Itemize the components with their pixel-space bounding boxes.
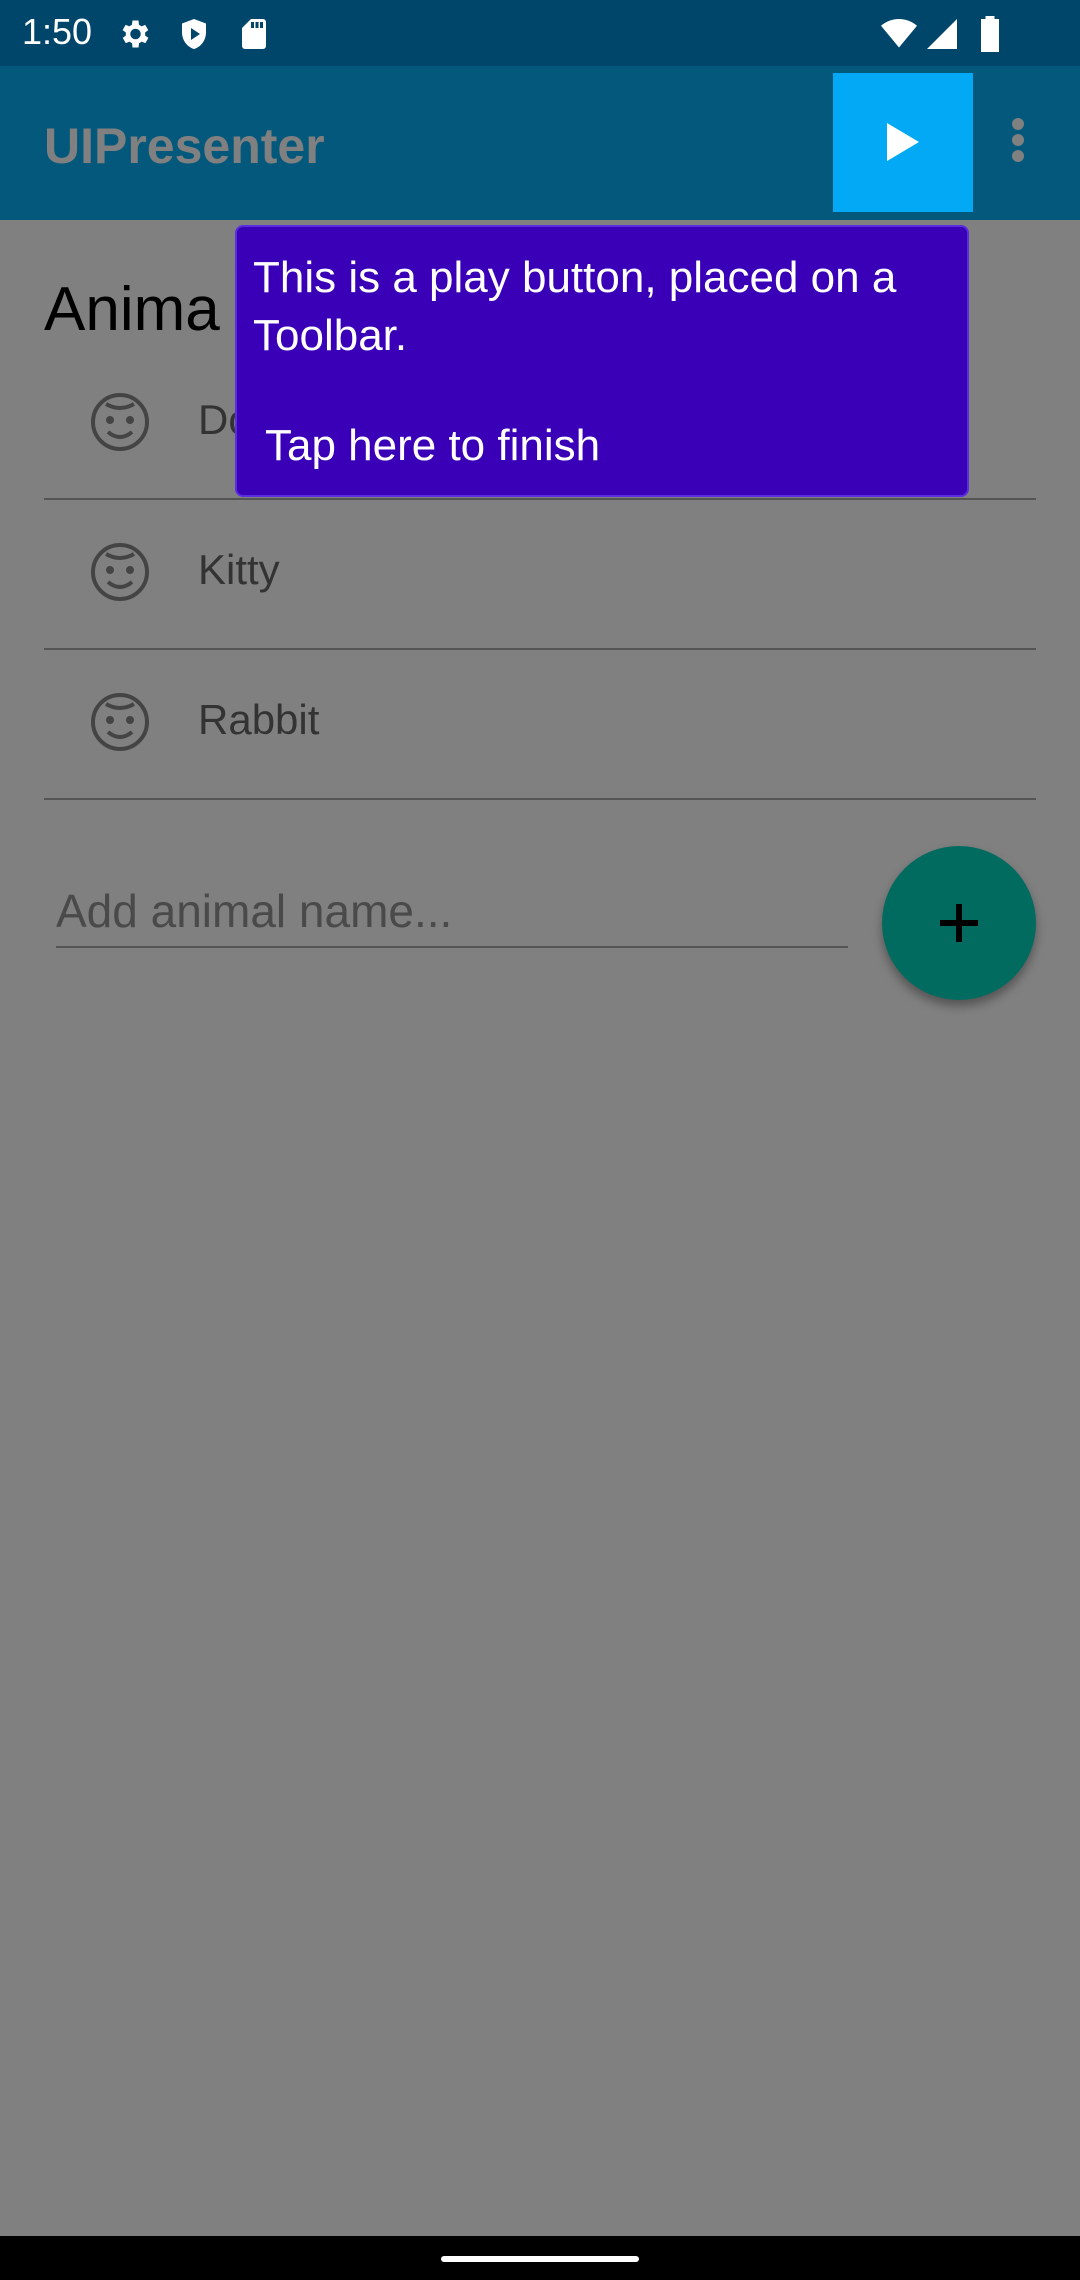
app-title: UIPresenter <box>44 118 325 174</box>
face-icon <box>91 393 149 451</box>
home-handle[interactable] <box>441 2256 639 2262</box>
tooltip[interactable]: This is a play button, placed on a Toolb… <box>235 225 969 497</box>
face-icon <box>91 543 149 601</box>
battery-icon <box>981 16 999 52</box>
overflow-menu-button[interactable] <box>990 110 1046 170</box>
play-button[interactable] <box>833 73 973 212</box>
add-button[interactable] <box>882 846 1036 1000</box>
list-item-label: Kitty <box>198 546 280 593</box>
shield-icon <box>182 19 206 49</box>
play-icon <box>887 123 919 161</box>
tooltip-finish-link[interactable]: Tap here to finish <box>265 417 600 475</box>
sd-card-icon <box>242 19 266 49</box>
content-area: Anima Do Kitty Rabbit <box>0 220 1080 2236</box>
navigation-bar <box>0 2236 1080 2280</box>
more-vert-icon <box>1012 118 1024 162</box>
list-item[interactable]: Rabbit <box>44 648 1036 800</box>
add-icon <box>940 904 978 942</box>
list-item[interactable]: Kitty <box>44 498 1036 650</box>
signal-icon <box>927 19 957 49</box>
status-bar: 1:50 <box>0 0 1080 66</box>
face-icon <box>91 693 149 751</box>
add-animal-input[interactable] <box>56 876 848 948</box>
wifi-icon <box>881 19 917 48</box>
section-title: Anima <box>44 275 220 344</box>
list-item-label: Rabbit <box>198 696 320 743</box>
status-time: 1:50 <box>22 11 93 52</box>
gear-icon <box>122 20 149 48</box>
tooltip-text: This is a play button, placed on a Toolb… <box>253 253 897 360</box>
